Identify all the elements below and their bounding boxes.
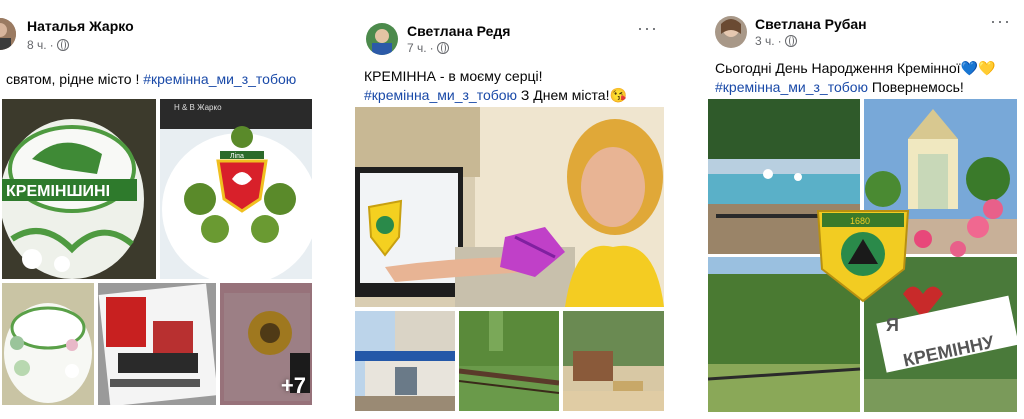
post-text-line1: Сьогодні День Народження Кремінної💙💛 [715,60,996,76]
photo-cake-2[interactable]: Ліпа Н & В Жарко [160,99,312,279]
avatar[interactable] [366,23,398,55]
post-svetlana-ruban: Светлана Рубан 3 ч. · ··· Сьогодні День … [705,0,1023,419]
dot-separator: · [49,38,54,52]
author-name[interactable]: Светлана Рубан [755,16,867,32]
photo-cake-5[interactable]: +7 [220,283,312,405]
more-options-icon[interactable]: ··· [637,18,658,39]
globe-icon [436,42,449,54]
post-text-line1: КРЕМІННА - в моєму серці! [364,68,543,84]
post-text-after: Повернемось! [868,79,964,95]
hashtag-link[interactable]: #кремінна_ми_з_тобою [364,87,517,103]
globe-icon [56,39,69,51]
photo-building[interactable] [355,311,455,411]
hashtag-link[interactable]: #кремінна_ми_з_тобою [715,79,868,95]
more-photos-count: +7 [280,373,306,398]
author-name[interactable]: Светлана Редя [407,23,510,39]
post-header: Наталья Жарко 8 ч. · [0,0,318,60]
photo-cake-4[interactable] [98,283,216,405]
photo-cake-1[interactable]: КРЕМІНШИНІ [2,99,156,279]
avatar-image [366,23,398,55]
post-svetlana-redya: Светлана Редя 7 ч. · ··· КРЕМІННА - в мо… [352,0,670,419]
photo-woman-with-gift[interactable] [355,107,664,307]
avatar-image [0,18,16,50]
dot-separator: · [777,34,782,48]
author-name[interactable]: Наталья Жарко [27,18,134,34]
photo-park[interactable] [563,311,664,411]
photo-cake-3[interactable] [2,283,94,405]
cake-text: КРЕМІНШИНІ [6,183,110,200]
photo-collage-city-day[interactable]: Я КРЕМІННУ 1680 [708,99,1017,412]
avatar-image [715,16,747,48]
time-label: 8 ч. [27,38,47,52]
sign-letter: Я [886,315,899,335]
coat-year: 1680 [850,216,870,226]
post-text: КРЕМІННА - в моєму серці! #кремінна_ми_з… [364,67,664,105]
post-header: Светлана Редя 7 ч. · ··· [352,0,670,60]
time-label: 7 ч. [407,41,427,55]
post-text-plain: святом, рідне місто ! [6,71,144,87]
photo-bridge[interactable] [459,311,559,411]
avatar[interactable] [0,18,16,50]
avatar[interactable] [715,16,747,48]
badge-text: Ліпа [230,152,244,160]
post-text: святом, рідне місто ! #кремінна_ми_з_тоб… [6,70,296,89]
post-natalia: Наталья Жарко 8 ч. · святом, рідне місто… [0,0,318,419]
globe-icon [784,35,797,47]
post-header: Светлана Рубан 3 ч. · ··· [705,0,1023,60]
post-time[interactable]: 8 ч. · [27,38,69,52]
photo-watermark: Н & В Жарко [174,103,222,112]
post-text-after: З Днем міста!😘 [517,87,627,103]
hashtag-link[interactable]: #кремінна_ми_з_тобою [143,71,296,87]
dot-separator: · [429,41,434,55]
post-time[interactable]: 3 ч. · [755,34,797,48]
time-label: 3 ч. [755,34,775,48]
post-text: Сьогодні День Народження Кремінної💙💛 #кр… [715,59,1020,97]
more-options-icon[interactable]: ··· [990,11,1011,32]
post-time[interactable]: 7 ч. · [407,41,449,55]
